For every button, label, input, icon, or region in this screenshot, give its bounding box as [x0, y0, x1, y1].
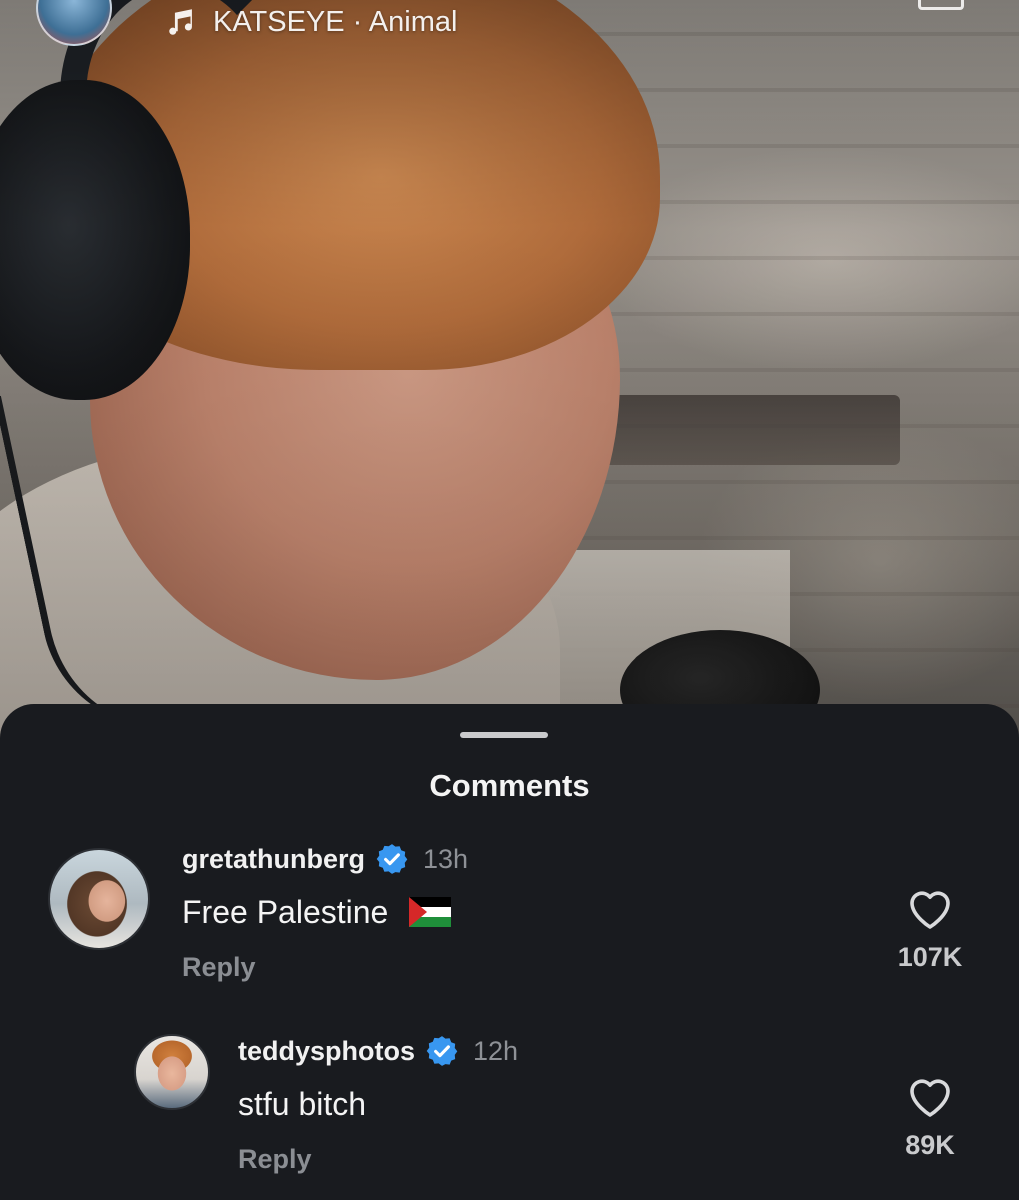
like-count: 89K: [905, 1130, 955, 1160]
reply-button[interactable]: Reply: [182, 952, 256, 983]
comment-username[interactable]: teddysphotos: [238, 1036, 415, 1067]
reply-button[interactable]: Reply: [238, 1144, 312, 1175]
heart-icon[interactable]: [906, 886, 954, 930]
sheet-drag-handle[interactable]: [460, 732, 548, 738]
commenter-avatar[interactable]: [134, 1034, 210, 1110]
verified-badge-icon: [426, 1036, 458, 1066]
comment-header: gretathunberg 13h: [182, 842, 468, 876]
audio-track-label: KATSEYE · Animal: [213, 5, 458, 38]
comment-header: teddysphotos 12h: [238, 1034, 518, 1068]
verified-badge-icon: [376, 844, 408, 874]
music-note-icon: [169, 9, 192, 35]
share-icon[interactable]: [918, 0, 964, 10]
like-count: 107K: [897, 942, 963, 972]
video-player[interactable]: [0, 0, 1019, 760]
palestine-flag-icon: [409, 897, 452, 927]
comment-body: Free Palestine: [182, 894, 452, 931]
sheet-title: Comments: [429, 768, 590, 803]
comment-text: Free Palestine: [182, 894, 389, 930]
commenter-avatar[interactable]: [48, 848, 150, 950]
comment-timestamp: 13h: [423, 843, 469, 874]
comment-timestamp: 12h: [473, 1035, 519, 1066]
comment-username[interactable]: gretathunberg: [182, 844, 365, 875]
video-overlay-shade: [0, 0, 1019, 760]
heart-icon[interactable]: [906, 1074, 954, 1118]
now-playing-audio[interactable]: KATSEYE · Animal: [165, 2, 457, 42]
comment-text: stfu bitch: [238, 1086, 367, 1122]
comments-sheet: Comments gretathunberg 13h Free Palestin…: [0, 704, 1019, 1200]
